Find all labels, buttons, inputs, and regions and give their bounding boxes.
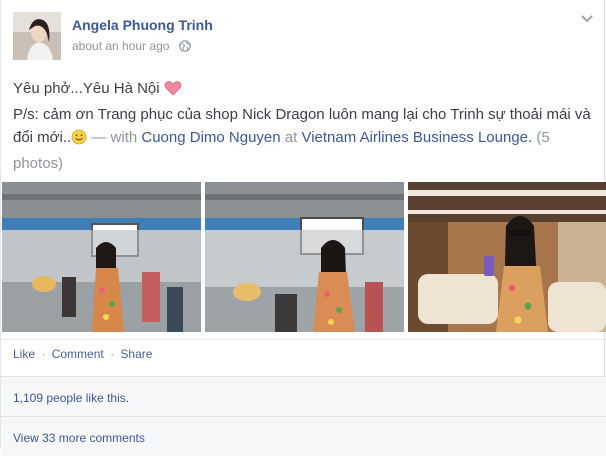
view-more-comments-link[interactable]: View 33 more comments <box>13 431 145 445</box>
post-actions: Like · Comment · Share <box>13 347 152 361</box>
smile-emoji-icon <box>71 129 87 152</box>
chevron-down-icon[interactable] <box>580 12 594 26</box>
tagged-friend-link[interactable]: Cuong Dimo Nguyen <box>141 129 280 146</box>
likes-count-link[interactable]: 1,109 people like this. <box>13 391 129 405</box>
news-feed-post: Angela Phuong Trinh about an hour ago Yê… <box>0 0 606 456</box>
post-meta: about an hour ago <box>72 39 191 55</box>
globe-icon <box>178 40 191 55</box>
post-photo-3[interactable] <box>408 182 606 332</box>
post-message-line2: P/s: cảm ơn Trang phục của shop Nick Dra… <box>13 106 591 172</box>
separator: · <box>41 347 46 361</box>
separator: · <box>110 347 115 361</box>
post-photo-2[interactable] <box>205 182 404 332</box>
heart-emoji-icon <box>164 80 182 103</box>
location-link[interactable]: Vietnam Airlines Business Lounge <box>301 129 528 146</box>
share-button[interactable]: Share <box>120 347 152 361</box>
post-photo-1[interactable] <box>2 182 201 332</box>
photo-grid <box>1 182 606 332</box>
author-avatar[interactable] <box>13 12 61 60</box>
comment-button[interactable]: Comment <box>52 347 104 361</box>
post-message-line1: Yêu phở...Yêu Hà Nội <box>13 77 593 103</box>
author-name[interactable]: Angela Phuong Trinh <box>72 17 213 33</box>
like-button[interactable]: Like <box>13 347 35 361</box>
post-message: Yêu phở...Yêu Hà Nội P/s: cảm ơn Trang p… <box>13 77 593 175</box>
post-timestamp[interactable]: about an hour ago <box>72 39 169 53</box>
divider <box>1 339 606 340</box>
